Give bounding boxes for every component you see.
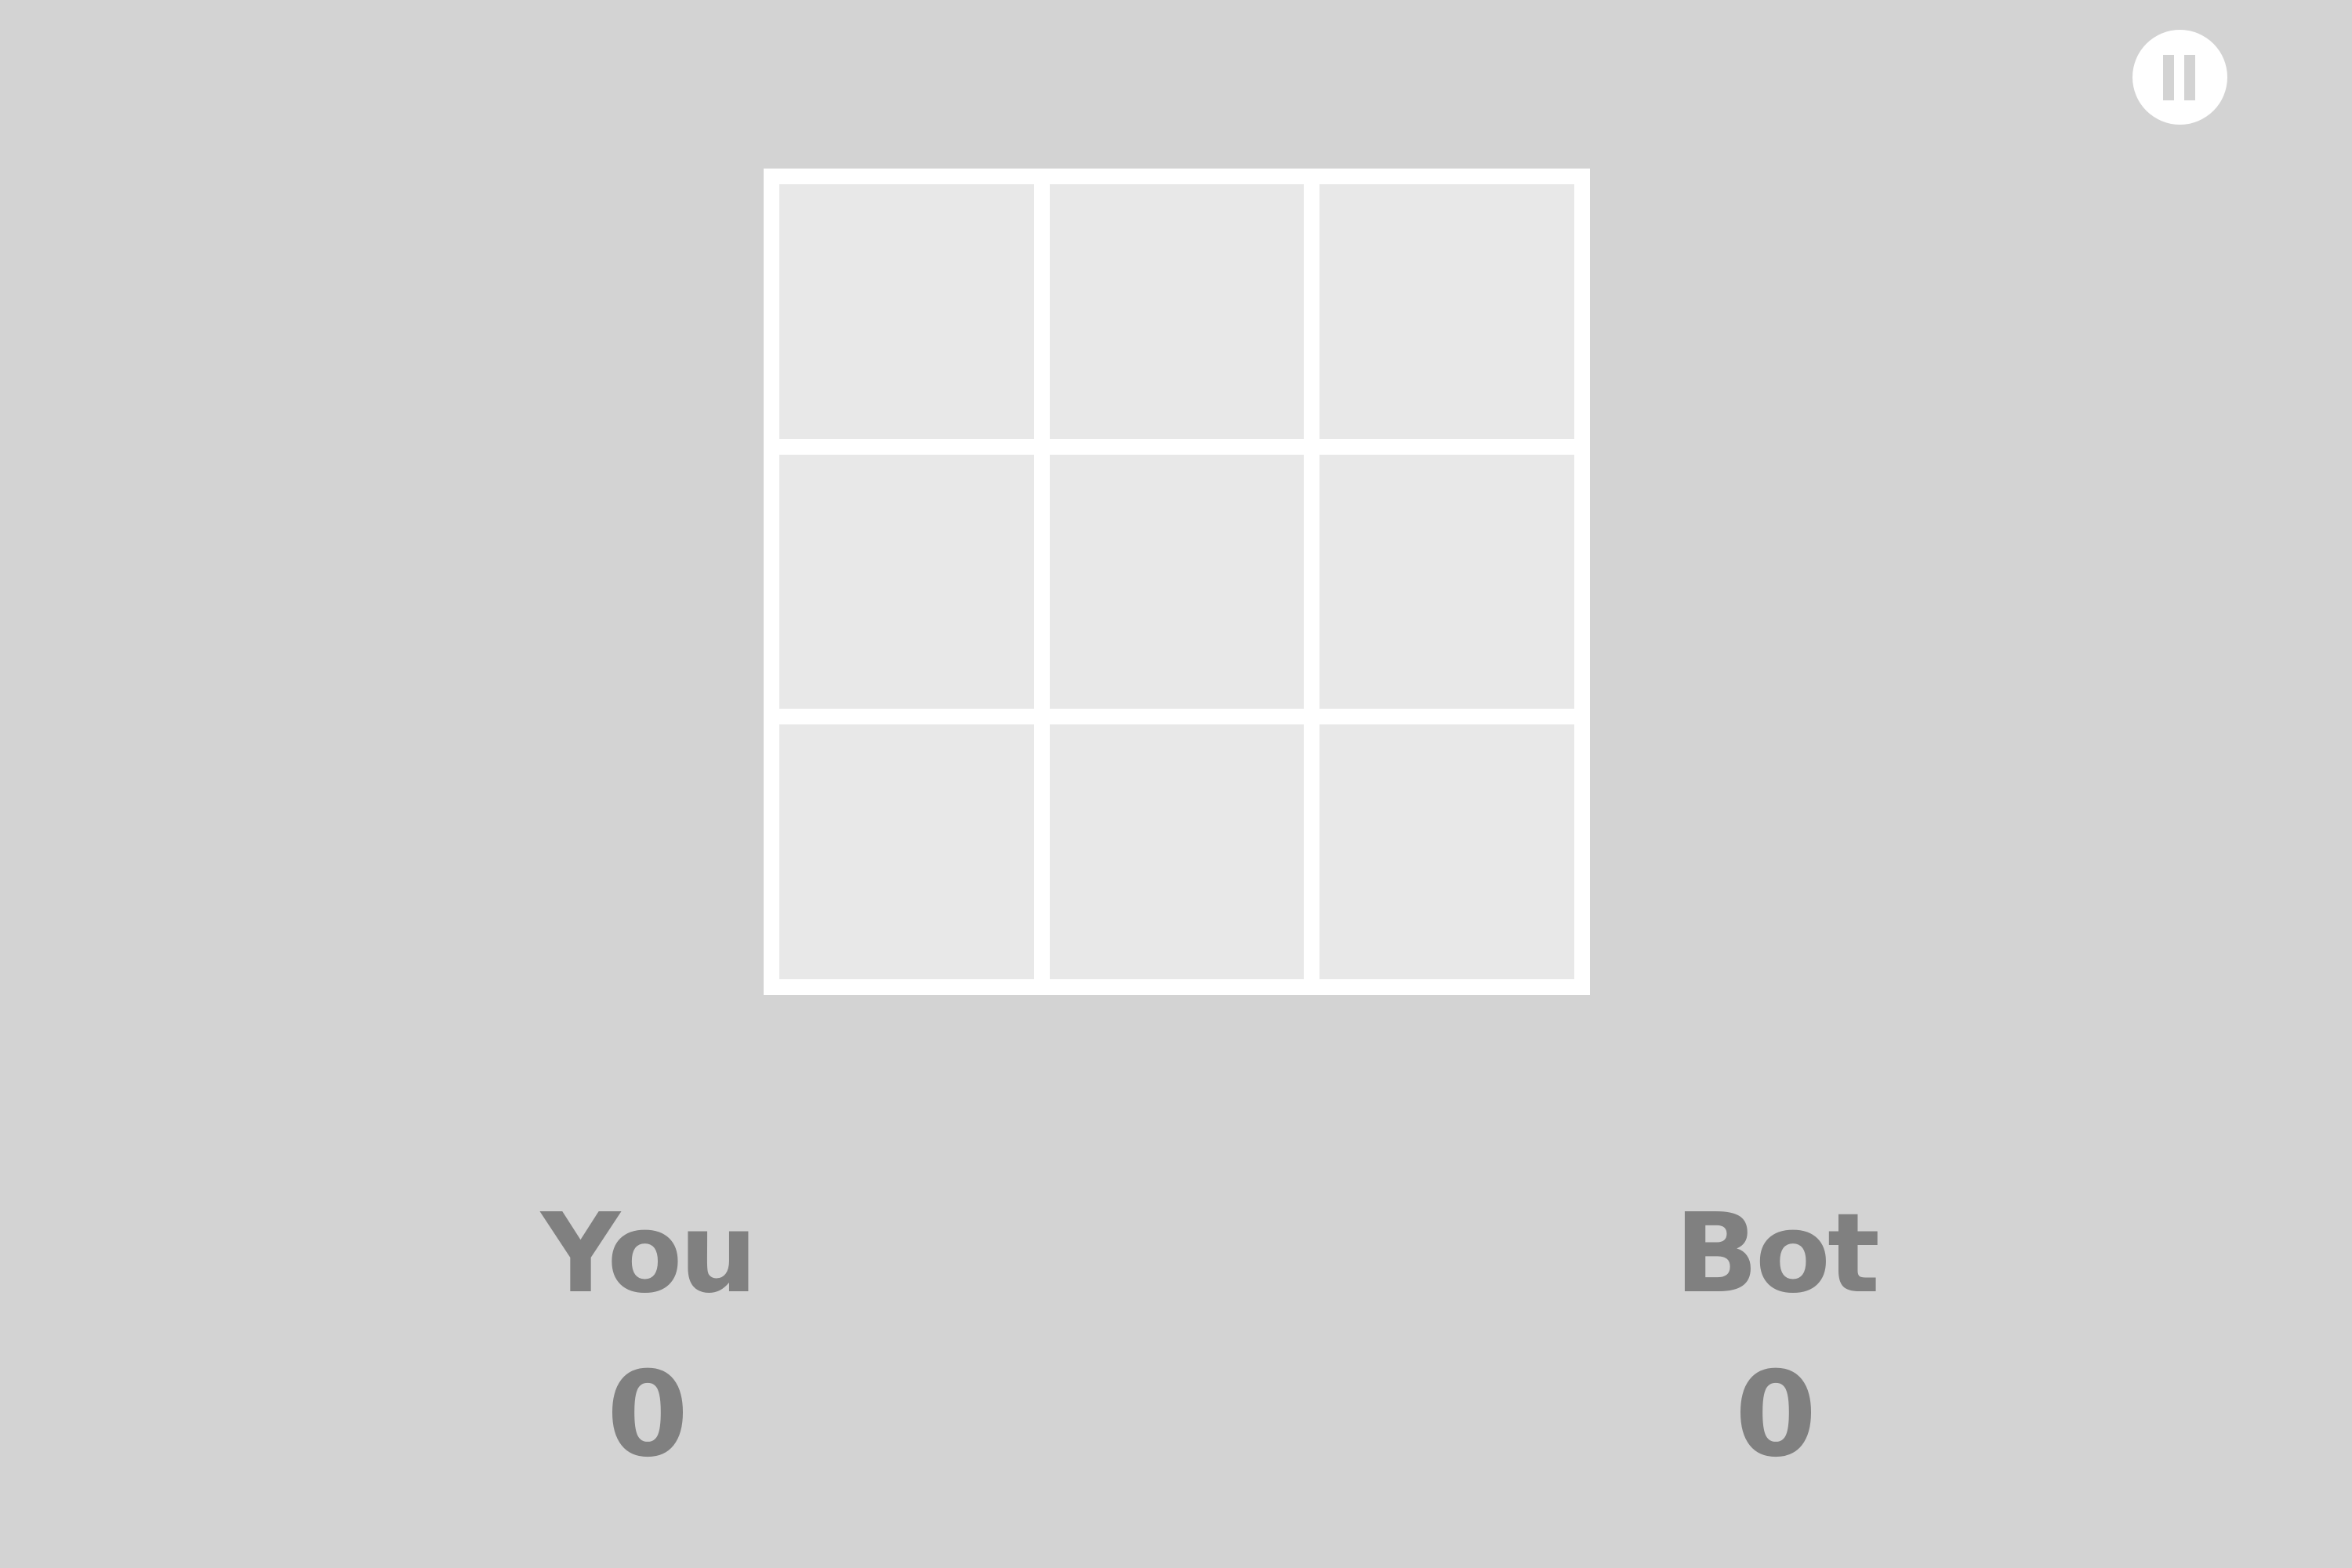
board-cell-1[interactable] [779,184,1034,439]
pause-button[interactable] [2132,30,2227,125]
board-cell-8[interactable] [1049,724,1305,979]
game-screen: You 0 Bot 0 [0,0,2352,1568]
pause-icon-bar-right [2184,55,2195,100]
bot-score: 0 [1734,1347,1817,1483]
board-cell-2[interactable] [1049,184,1305,439]
bot-label: Bot [1675,1190,1880,1318]
board-cell-5[interactable] [1049,454,1305,710]
player-score: 0 [606,1347,689,1483]
pause-icon-bar-left [2163,55,2174,100]
board-cell-3[interactable] [1319,184,1574,439]
player-label: You [540,1190,757,1318]
board-cell-6[interactable] [1319,454,1574,710]
tic-tac-toe-board [764,169,1590,995]
board-cell-9[interactable] [1319,724,1574,979]
board-cell-4[interactable] [779,454,1034,710]
board-cell-7[interactable] [779,724,1034,979]
